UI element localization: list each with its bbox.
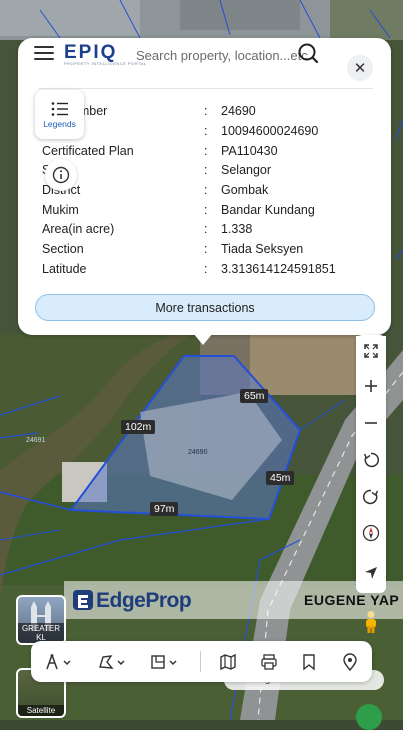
detail-key: Latitude (42, 262, 87, 276)
dimension-label-right: 45m (266, 471, 295, 485)
info-button[interactable] (45, 159, 77, 191)
info-icon (52, 166, 70, 184)
legends-button[interactable]: Legends (35, 90, 84, 139)
detail-colon: : (204, 144, 208, 158)
agent-name: EUGENE YAP (304, 592, 400, 608)
greater-kl-layer-thumb[interactable]: GREATER KL (16, 595, 66, 645)
detail-row: District:Gombak (42, 183, 372, 203)
detail-colon: : (204, 242, 208, 256)
detail-value: Selangor (221, 163, 272, 177)
detail-row: Latitude:3.313614124591851 (42, 262, 372, 282)
map-view-button[interactable] (219, 652, 237, 672)
card-pointer (193, 333, 213, 345)
detail-key: Certificated Plan (42, 144, 134, 158)
navigation-arrow-icon (365, 567, 377, 579)
detail-colon: : (204, 124, 208, 138)
dimension-label-left: 102m (121, 420, 156, 434)
detail-key: Mukim (42, 203, 79, 217)
detail-value: 1.338 (221, 222, 253, 236)
edgeprop-logo-mark-icon (73, 590, 93, 610)
detail-value: PA110430 (221, 144, 278, 158)
bottom-toolbar (31, 641, 372, 682)
more-transactions-button[interactable]: More transactions (35, 294, 375, 321)
dimension-label-top: 65m (240, 389, 269, 403)
lot-number-label: 24690 (188, 449, 208, 456)
detail-value: Bandar Kundang (221, 203, 315, 217)
detail-key: Area(in acre) (42, 222, 115, 236)
bookmark-icon (303, 654, 315, 671)
legend-list-icon (51, 101, 68, 116)
rotate-right-button[interactable] (356, 482, 386, 512)
compass-icon (362, 524, 380, 542)
legends-label: Legends (43, 118, 76, 129)
compass-button[interactable] (356, 518, 386, 548)
rotate-left-icon (363, 452, 379, 468)
dimension-label-bottom: 97m (150, 502, 179, 516)
detail-row: Area(in acre):1.338 (42, 222, 372, 242)
rotate-right-icon (363, 489, 379, 505)
detail-value: 10094600024690 (221, 124, 319, 138)
detail-row: Mukim: Bandar Kundang (42, 203, 372, 223)
print-button[interactable] (260, 652, 278, 672)
detail-value: 3.313614124591851 (221, 262, 336, 276)
detail-row: Lot Number:24690 (42, 104, 372, 124)
polygon-draw-icon (99, 655, 125, 669)
toolbar-separator (200, 651, 201, 672)
bookmark-button[interactable] (301, 652, 317, 672)
detail-colon: : (204, 163, 208, 177)
compass-measure-icon (46, 654, 71, 670)
detail-row: Certificated Plan: PA110430 (42, 144, 372, 164)
map-icon (220, 653, 236, 671)
layout-tool-button[interactable] (150, 652, 182, 672)
greater-kl-label: GREATER KL (18, 623, 64, 643)
detail-value: Tiada Seksyen (221, 242, 304, 256)
detail-key: Section (42, 242, 84, 256)
fullscreen-button[interactable] (356, 336, 386, 366)
plus-icon (365, 380, 377, 392)
location-pin-icon (343, 653, 357, 671)
measure-tool-button[interactable] (45, 652, 75, 672)
search-icon[interactable] (294, 39, 322, 67)
close-icon: ✕ (353, 60, 367, 77)
expand-icon (364, 344, 378, 358)
neighbour-lot-label: 24691 (26, 437, 46, 444)
satellite-label: Satellite (18, 705, 64, 716)
rotate-left-button[interactable] (356, 445, 386, 475)
detail-colon: : (204, 203, 208, 217)
card-divider (38, 88, 373, 89)
edgeprop-brand-text: EdgeProp (96, 589, 192, 612)
detail-colon: : (204, 104, 208, 118)
detail-value: 24690 (221, 104, 256, 118)
draw-tool-button[interactable] (97, 652, 129, 672)
close-button[interactable]: ✕ (347, 55, 373, 81)
detail-row: State:Selangor (42, 163, 372, 183)
location-pin-button[interactable] (342, 652, 358, 672)
menu-line-icon (34, 58, 54, 60)
printer-icon (261, 654, 277, 670)
menu-line-icon (34, 52, 54, 54)
contact-fab-button[interactable] (356, 704, 382, 730)
detail-colon: : (204, 222, 208, 236)
detail-colon: : (204, 262, 208, 276)
zoom-out-button[interactable] (356, 408, 386, 438)
menu-line-icon (34, 46, 54, 48)
menu-button[interactable] (34, 44, 54, 62)
zoom-in-button[interactable] (356, 371, 386, 401)
detail-row: Section: Tiada Seksyen (42, 242, 372, 262)
floorplan-icon (151, 655, 177, 669)
edgeprop-logo: EdgeProp (72, 589, 192, 613)
detail-value: Gombak (221, 183, 269, 197)
minus-icon (365, 422, 377, 424)
detail-row: Title ID:10094600024690 (42, 124, 372, 144)
detail-colon: : (204, 183, 208, 197)
